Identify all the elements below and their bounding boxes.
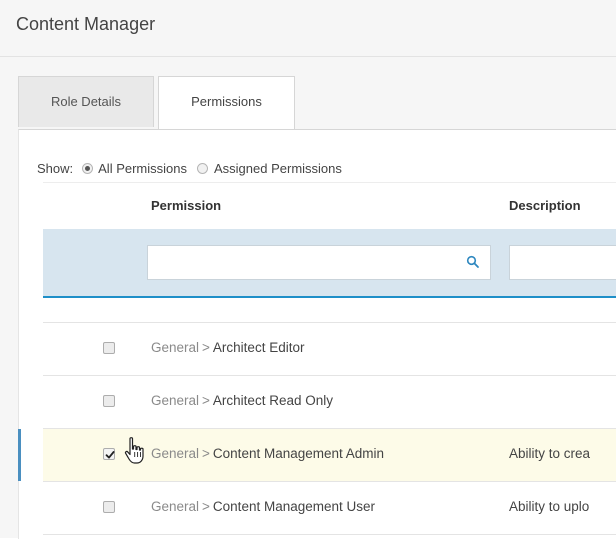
table-row[interactable]: General > Architect Read Only — [43, 376, 616, 429]
permission-cell: General > Architect Read Only — [151, 393, 333, 408]
row-checkbox-checked[interactable] — [103, 448, 115, 460]
permission-category: General — [151, 393, 200, 408]
path-separator: > — [202, 393, 210, 408]
hand-pointer-icon — [124, 437, 144, 464]
show-label: Show: — [37, 161, 74, 176]
permission-search-input[interactable] — [147, 245, 491, 280]
permission-name: Content Management User — [212, 499, 376, 514]
table-row[interactable]: General > Architect Editor — [43, 323, 616, 376]
permission-category: General — [151, 340, 200, 355]
checkmark-icon — [105, 451, 115, 459]
path-separator: > — [202, 499, 210, 514]
page-title: Content Manager — [16, 14, 156, 34]
table-body: General > Architect Editor General > Archite… — [18, 298, 616, 535]
search-icon[interactable] — [466, 255, 480, 269]
show-filter: Show: All Permissions Assigned Permissio… — [37, 161, 342, 176]
permissions-panel: Show: All Permissions Assigned Permissio… — [18, 129, 616, 539]
column-filter-row — [43, 229, 616, 298]
radio-all-permissions[interactable] — [82, 163, 94, 174]
path-separator: > — [202, 446, 210, 461]
column-header-description[interactable]: Description — [509, 198, 581, 213]
row-checkbox[interactable] — [103, 342, 115, 354]
table-header: Permission Description — [43, 182, 616, 230]
row-checkbox[interactable] — [103, 501, 115, 513]
tab-role-details[interactable]: Role Details — [18, 76, 154, 127]
description-cell: Ability to uplo — [509, 499, 590, 514]
permission-name: Content Management Admin — [212, 446, 385, 461]
permission-category: General — [151, 499, 200, 514]
permissions-table: Permission Description General > Archite… — [18, 182, 616, 539]
description-search-input[interactable] — [509, 245, 616, 280]
permission-cell: General > Architect Editor — [151, 340, 304, 355]
app-header: Content Manager — [0, 0, 616, 57]
tab-permissions[interactable]: Permissions — [158, 76, 295, 130]
table-row[interactable]: General > Content Management User Ability … — [43, 482, 616, 535]
main-panel: Role Details Permissions Show: All Permi… — [0, 57, 616, 539]
radio-assigned-permissions-label[interactable]: Assigned Permissions — [214, 161, 342, 176]
description-cell: Ability to crea — [509, 446, 591, 461]
permission-name: Architect Editor — [212, 340, 305, 355]
radio-assigned-permissions[interactable] — [197, 163, 208, 174]
permission-cell: General > Content Management User — [151, 499, 375, 514]
column-header-permission[interactable]: Permission — [151, 198, 221, 213]
permission-name: Architect Read Only — [212, 393, 333, 408]
table-row-divider — [43, 298, 616, 323]
row-checkbox[interactable] — [103, 395, 115, 407]
permission-cell: General > Content Management Admin — [151, 446, 384, 461]
path-separator: > — [202, 340, 210, 355]
permission-category: General — [151, 446, 200, 461]
radio-all-permissions-label[interactable]: All Permissions — [98, 161, 187, 176]
